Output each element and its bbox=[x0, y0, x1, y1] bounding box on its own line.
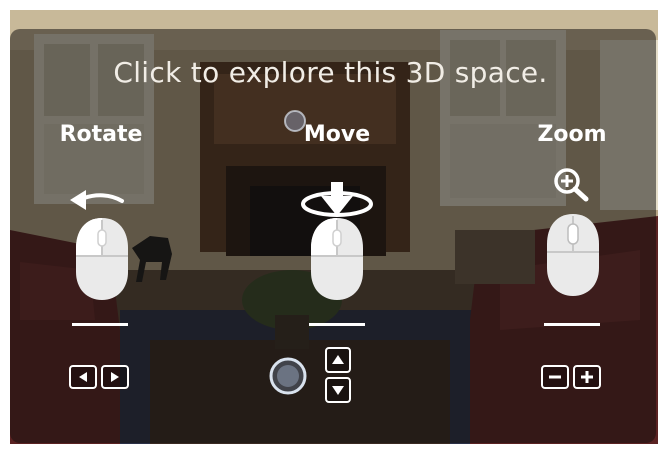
viewer[interactable]: Click to explore this 3D space. Rotate M… bbox=[0, 0, 661, 454]
move-divider bbox=[309, 323, 365, 326]
mouse-left-drag-icon bbox=[76, 218, 128, 300]
arrow-down-key[interactable] bbox=[325, 377, 351, 403]
arrow-left-key[interactable] bbox=[69, 365, 97, 389]
arrow-left-icon bbox=[70, 190, 124, 210]
zoom-divider bbox=[544, 323, 600, 326]
minus-key[interactable] bbox=[541, 365, 569, 389]
hotspot-marker-icon[interactable] bbox=[282, 108, 308, 134]
arrow-up-key[interactable] bbox=[325, 347, 351, 373]
position-reticle-icon[interactable] bbox=[266, 354, 310, 398]
rotate-label: Rotate bbox=[59, 122, 143, 147]
zoom-keys bbox=[541, 365, 601, 389]
arrow-right-key[interactable] bbox=[101, 365, 129, 389]
rotate-keys bbox=[69, 365, 129, 389]
explore-prompt: Click to explore this 3D space. bbox=[113, 56, 548, 89]
move-label: Move bbox=[303, 122, 371, 147]
move-keys bbox=[325, 347, 351, 403]
zoom-label: Zoom bbox=[537, 122, 607, 147]
mouse-click-icon bbox=[311, 218, 363, 300]
rotate-divider bbox=[72, 323, 128, 326]
mouse-scroll-icon bbox=[547, 214, 599, 296]
plus-key[interactable] bbox=[573, 365, 601, 389]
magnifier-plus-icon bbox=[554, 168, 589, 202]
